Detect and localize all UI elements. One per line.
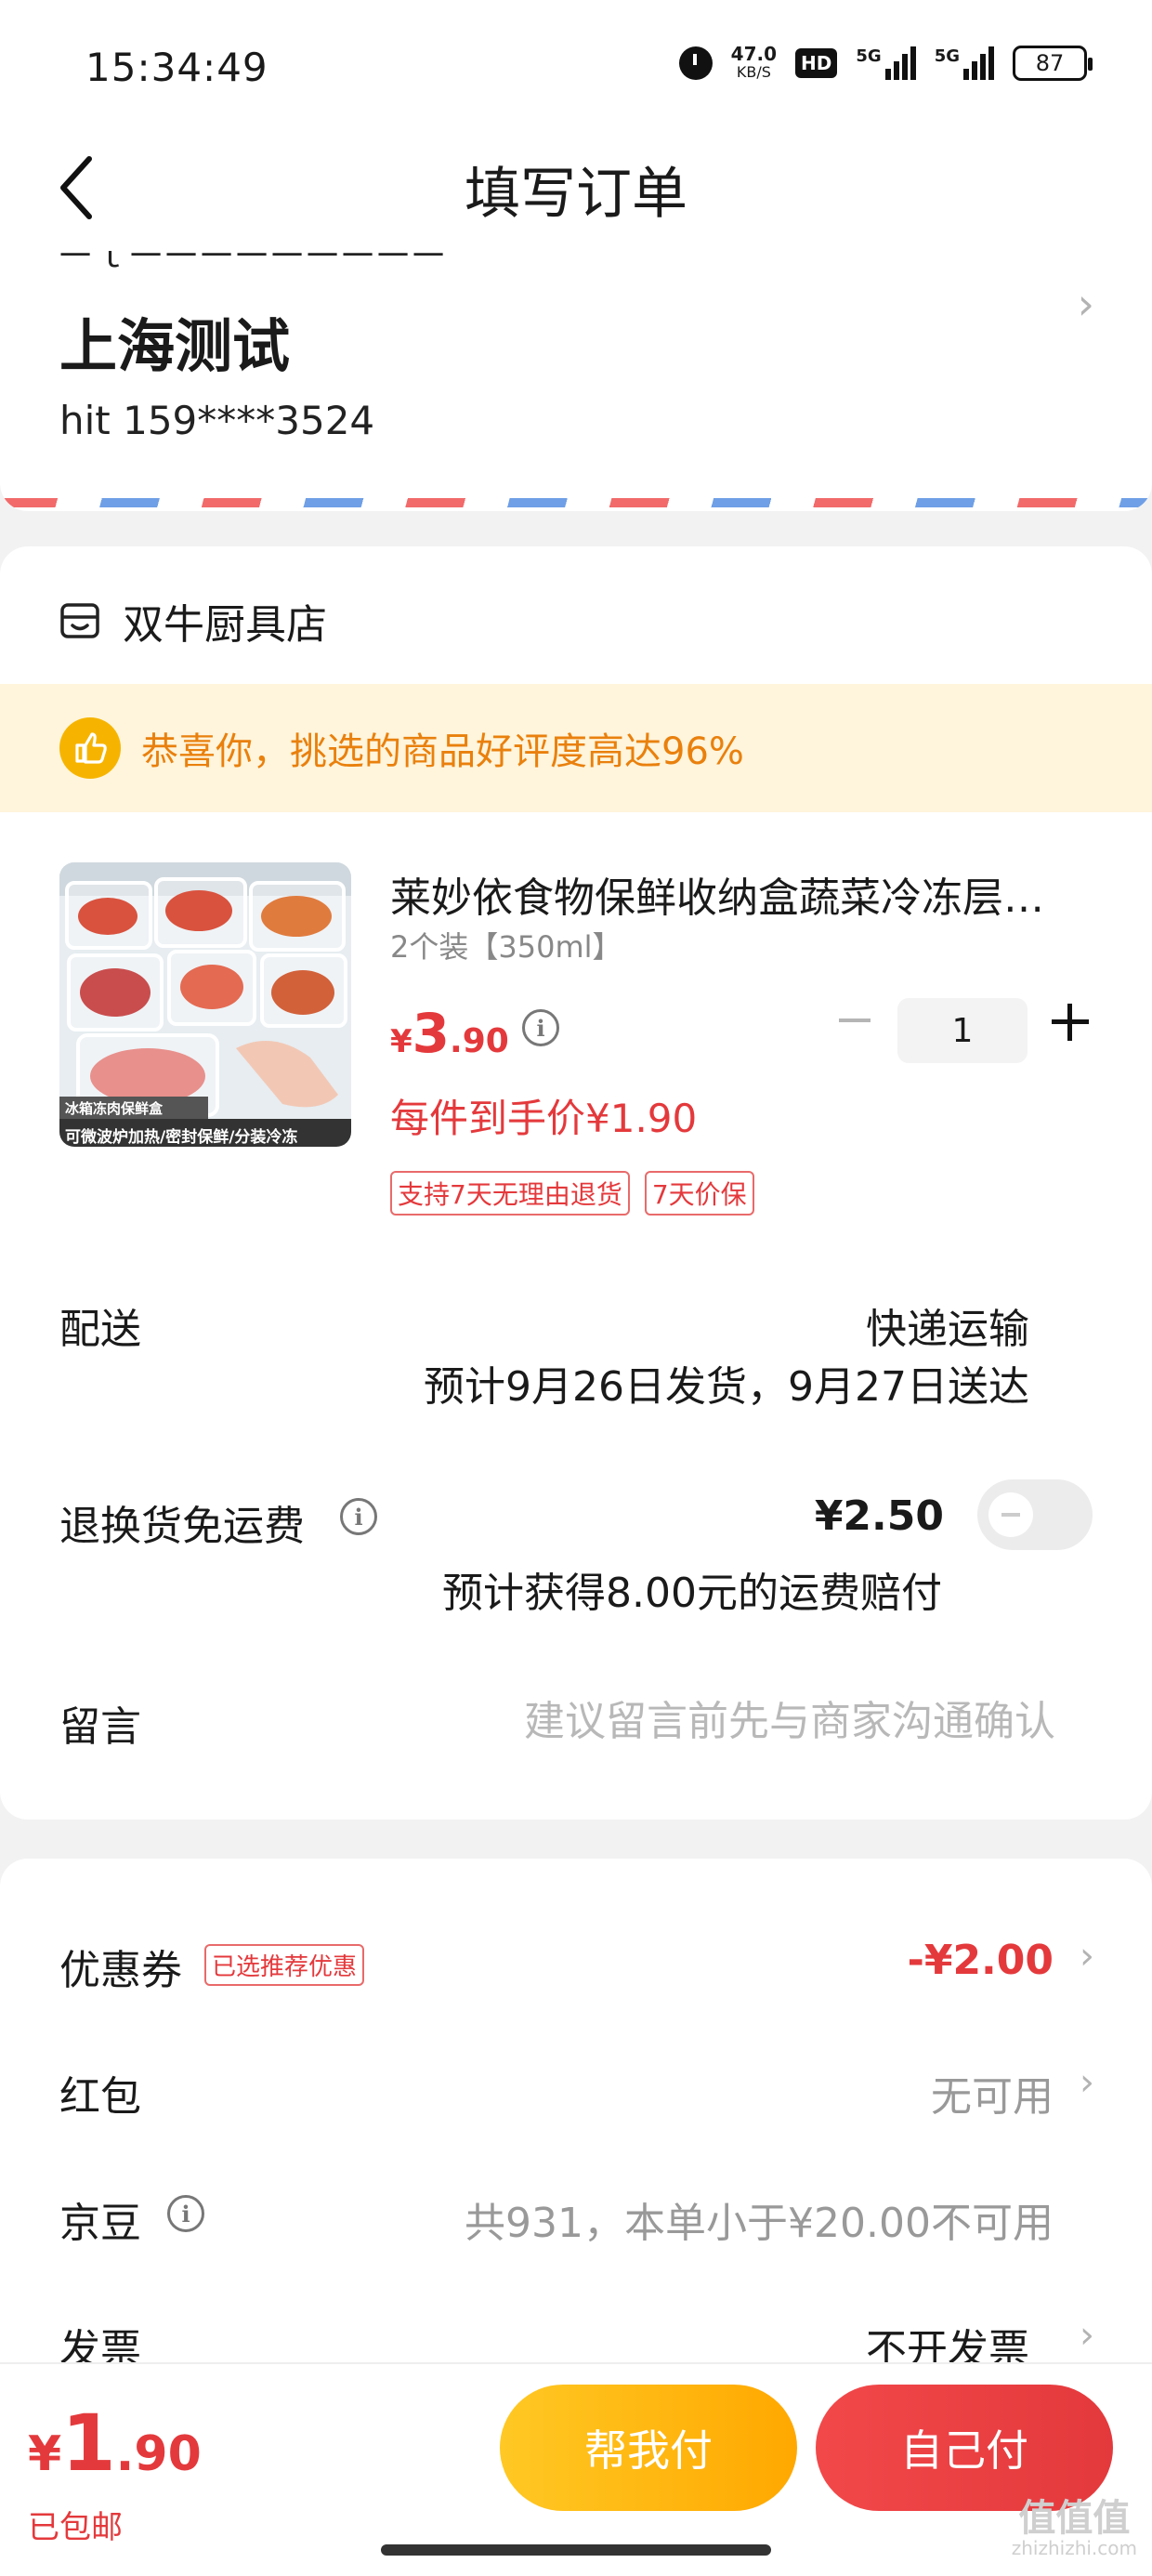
nav-bar: 填写订单 — [0, 130, 1152, 251]
status-time: 15:34:49 — [85, 45, 268, 90]
coupon-label: 优惠券 — [59, 1947, 182, 1994]
total-currency: ¥ — [28, 2426, 62, 2482]
watermark-main: 值值值 — [1018, 2497, 1131, 2540]
shop-header[interactable]: 双牛厨具店 — [59, 591, 327, 651]
chevron-right-icon: › — [1077, 279, 1094, 329]
coupon-chevron-icon[interactable]: › — [1080, 1935, 1094, 1978]
shop-name: 双牛厨具店 — [123, 601, 327, 649]
quantity-input[interactable]: 1 — [897, 998, 1028, 1063]
sim1-label: 5G — [856, 46, 882, 66]
jd-beans-label: 京豆 — [59, 2200, 141, 2247]
address-detail-text: 一ｌ一一一一一一一一一 — [59, 251, 617, 268]
delivery-method[interactable]: 快递运输 — [866, 1295, 1029, 1355]
price-integer: 3 — [412, 1002, 451, 1065]
tag-return-7days: 支持7天无理由退货 — [390, 1171, 630, 1216]
signal-icon-sim2: 5G — [935, 46, 994, 80]
praise-banner: 恭喜你，挑选的商品好评度高达96% — [0, 684, 1152, 812]
red-packet-value[interactable]: 无可用 — [931, 2063, 1054, 2123]
home-indicator[interactable] — [381, 2544, 771, 2556]
address-name: 上海测试 — [59, 312, 291, 380]
signal-icon-sim1: 5G — [856, 46, 916, 80]
watermark-sub: zhizhizhi.com — [1011, 2537, 1137, 2559]
battery-icon: 87 — [1013, 46, 1093, 81]
price-info-icon[interactable]: i — [522, 1009, 559, 1046]
sim2-label: 5G — [934, 46, 960, 66]
coupon-value[interactable]: -¥2.00 — [908, 1937, 1054, 1984]
shop-card: 双牛厨具店 恭喜你，挑选的商品好评度高达96% 冰箱冻肉保鲜盒 可微波炉加热/密… — [0, 546, 1152, 1820]
quantity-decrease-button[interactable] — [834, 1002, 875, 1039]
total-decimal: .90 — [115, 2426, 202, 2482]
total-integer: 1 — [61, 2398, 116, 2489]
tag-price-protect: 7天价保 — [644, 1171, 754, 1216]
shipping-note: 已包邮 — [28, 2509, 123, 2546]
quantity-increase-button[interactable] — [1050, 1002, 1091, 1043]
product-price: ¥ 3 .90 — [390, 1002, 509, 1065]
watermark: 值值值 zhizhizhi.com — [1012, 2500, 1137, 2559]
battery-level: 87 — [1035, 50, 1065, 76]
coupon-tag: 已选推荐优惠 — [204, 1944, 365, 1986]
network-speed-unit: KB/S — [736, 63, 771, 81]
alarm-icon — [678, 46, 713, 80]
price-currency: ¥ — [390, 1023, 412, 1060]
jd-beans-info-icon[interactable]: i — [167, 2195, 204, 2232]
product-image-caption-top: 冰箱冻肉保鲜盒 — [65, 1100, 164, 1117]
return-insurance-note: 预计获得8.00元的运费赔付 — [442, 1570, 942, 1617]
product-image[interactable]: 冰箱冻肉保鲜盒 可微波炉加热/密封保鲜/分装冷冻 — [59, 862, 351, 1147]
total-price: ¥ 1 .90 — [28, 2398, 202, 2489]
delivery-eta[interactable]: 预计9月26日发货，9月27日送达 — [424, 1353, 1029, 1413]
return-insurance-price: ¥2.50 — [814, 1492, 944, 1540]
page-title: 填写订单 — [465, 162, 687, 227]
product-tags: 支持7天无理由退货 7天价保 — [390, 1171, 754, 1216]
return-insurance-label: 退换货免运费 — [59, 1503, 305, 1550]
red-packet-chevron-icon[interactable]: › — [1080, 2061, 1094, 2104]
network-speed: 47.0 KB/S — [731, 45, 777, 82]
message-label: 留言 — [59, 1703, 141, 1751]
product-spec[interactable]: 2个装【350ml】 — [390, 924, 622, 966]
airmail-border — [0, 498, 1152, 507]
network-speed-value: 47.0 — [730, 43, 778, 65]
status-icons: 47.0 KB/S HD 5G 5G 87 — [678, 45, 1093, 82]
jd-beans-value: 共931，本单小于¥20.00不可用 — [465, 2200, 1054, 2247]
unit-final-price: 每件到手价¥1.90 — [390, 1096, 698, 1141]
address-detail-cut: 一ｌ一一一一一一一一一 — [59, 251, 617, 268]
address-card[interactable]: 一ｌ一一一一一一一一一 上海测试 hit 159****3524 › — [0, 251, 1152, 511]
hd-icon: HD — [795, 48, 838, 78]
product-title[interactable]: 莱妙依食物保鲜收纳盒蔬菜冷冻层冰箱冻肉保鲜盒 — [390, 864, 1078, 924]
product-image-caption-bottom: 可微波炉加热/密封保鲜/分装冷冻 — [65, 1128, 298, 1147]
return-insurance-toggle[interactable] — [977, 1479, 1093, 1550]
invoice-chevron-icon[interactable]: › — [1080, 2314, 1094, 2357]
return-insurance-info-icon[interactable]: i — [340, 1498, 377, 1535]
thumbs-up-icon — [59, 717, 121, 779]
red-packet-label: 红包 — [59, 2073, 141, 2121]
self-pay-button[interactable]: 自己付 — [816, 2385, 1113, 2511]
shop-icon — [60, 603, 99, 638]
minus-icon — [839, 1019, 871, 1022]
help-pay-button[interactable]: 帮我付 — [500, 2385, 797, 2511]
praise-text: 恭喜你，挑选的商品好评度高达96% — [141, 730, 744, 773]
status-bar: 15:34:49 47.0 KB/S HD 5G 5G 87 — [0, 0, 1152, 130]
price-decimal: .90 — [450, 1022, 509, 1060]
delivery-label: 配送 — [59, 1306, 141, 1353]
message-input[interactable] — [390, 1691, 1055, 1751]
address-contact: hit 159****3524 — [59, 398, 375, 443]
